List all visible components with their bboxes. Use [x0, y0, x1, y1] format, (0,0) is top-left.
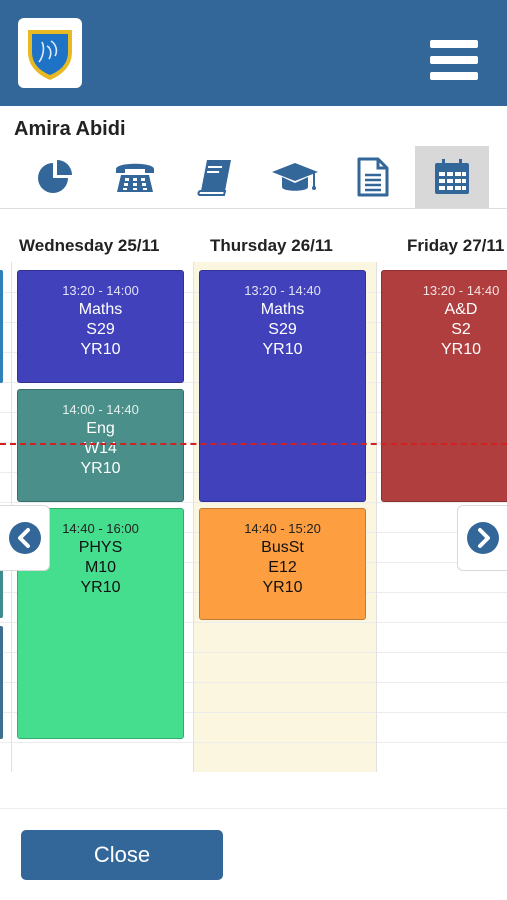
day-header-thursday: Thursday 26/11 — [210, 236, 333, 255]
timetable-screen: Amira Abidi Wednesday 25/11 Thursday 26/… — [0, 0, 507, 900]
lesson-subject: Maths — [78, 301, 123, 318]
day-header-wednesday: Wednesday 25/11 — [19, 236, 160, 255]
lesson-block[interactable]: 13:20 - 14:40 A&D S2 YR10 — [381, 270, 507, 502]
chevron-left-circle-icon — [8, 522, 41, 554]
close-button[interactable]: Close — [21, 830, 223, 880]
lesson-group: YR10 — [262, 341, 303, 358]
lesson-subject: BusSt — [261, 539, 304, 556]
lesson-room: E12 — [268, 559, 297, 576]
lesson-time: 14:00 - 14:40 — [62, 402, 139, 417]
toolbar-divider — [0, 208, 507, 209]
lesson-time: 14:40 - 15:20 — [244, 521, 321, 536]
book-icon[interactable] — [178, 146, 252, 208]
previous-day-lesson-edge — [0, 626, 3, 739]
lesson-group: YR10 — [80, 341, 121, 358]
student-name: Amira Abidi — [14, 118, 126, 140]
lesson-block[interactable]: 14:00 - 14:40 Eng W14 YR10 — [17, 389, 184, 502]
day-header-friday: Friday 27/11 — [407, 236, 505, 255]
lesson-room: S29 — [268, 321, 297, 338]
lesson-time: 13:20 - 14:00 — [62, 283, 139, 298]
lesson-subject: A&D — [444, 301, 478, 318]
lesson-block[interactable]: 13:20 - 14:00 Maths S29 YR10 — [17, 270, 184, 383]
lesson-group: YR10 — [262, 579, 303, 596]
lesson-subject: Maths — [260, 301, 305, 318]
previous-day-lesson-edge — [0, 270, 3, 383]
previous-day-button[interactable] — [0, 505, 50, 571]
pie-chart-icon[interactable] — [18, 146, 92, 208]
telephone-icon[interactable] — [98, 146, 172, 208]
lesson-time: 13:20 - 14:40 — [244, 283, 321, 298]
document-icon[interactable] — [336, 146, 410, 208]
lesson-group: YR10 — [80, 460, 121, 477]
column-gridline — [376, 262, 377, 772]
chevron-right-circle-icon — [466, 522, 499, 554]
lesson-group: YR10 — [440, 341, 482, 358]
app-header — [0, 0, 507, 106]
school-shield-logo — [18, 18, 82, 88]
lesson-subject: Eng — [86, 420, 115, 437]
graduation-cap-icon[interactable] — [258, 146, 332, 208]
lesson-time: 13:20 - 14:40 — [422, 283, 500, 298]
lesson-block[interactable]: 14:40 - 15:20 BusSt E12 YR10 — [199, 508, 366, 620]
hour-gridline — [0, 502, 507, 503]
next-day-button[interactable] — [457, 505, 507, 571]
hour-gridline — [0, 742, 507, 743]
column-gridline — [193, 262, 194, 772]
lesson-room: S29 — [86, 321, 115, 338]
hamburger-icon[interactable] — [428, 38, 482, 82]
current-time-line — [0, 443, 507, 445]
lesson-block[interactable]: 13:20 - 14:40 Maths S29 YR10 — [199, 270, 366, 502]
footer-divider — [0, 808, 507, 809]
timetable-grid: 13:20 - 14:00 Maths S29 YR10 14:00 - 14:… — [0, 262, 507, 772]
calendar-icon[interactable] — [415, 146, 489, 208]
lesson-group: YR10 — [80, 579, 121, 596]
section-toolbar — [0, 146, 507, 208]
lesson-room: W14 — [84, 440, 117, 457]
lesson-room: S2 — [451, 321, 471, 338]
